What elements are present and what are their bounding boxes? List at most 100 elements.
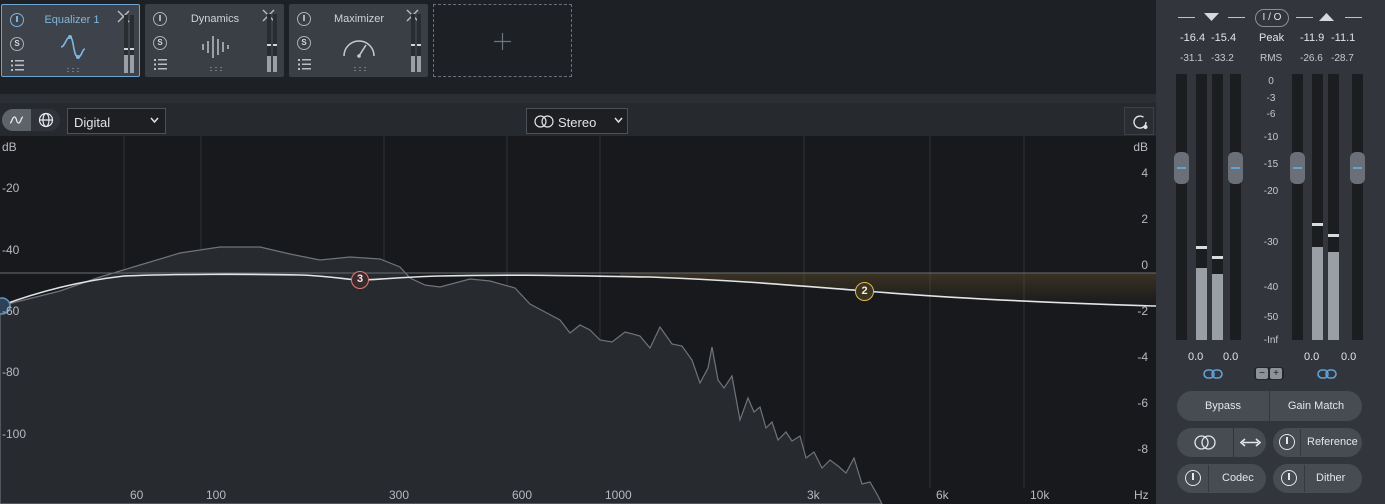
dynamics-bars-icon (202, 36, 229, 58)
right-axis-tick: -8 (1137, 442, 1148, 456)
left-axis-tick: -20 (2, 181, 20, 195)
input-gain-slider-left[interactable] (1174, 74, 1189, 340)
reset-button[interactable] (1124, 107, 1154, 135)
gain-match-button[interactable]: Gain Match (1270, 391, 1362, 421)
list-icon[interactable] (11, 60, 24, 71)
input-peak-left: -16.4 (1180, 32, 1206, 44)
module-strip: Equalizer 1 S Dynamics S Maximizer S (0, 0, 1156, 94)
solo-button[interactable]: S (153, 36, 167, 50)
codec-button[interactable]: Codec (1177, 464, 1266, 493)
module-title: Equalizer 1 (44, 14, 100, 26)
refresh-icon (1133, 115, 1148, 129)
right-axis-tick: 4 (1141, 166, 1148, 180)
meter-scale-label: -15 (1263, 159, 1279, 170)
io-panel: I / O -16.4 -15.4 Peak -11.9 -11.1 -31.1… (1156, 0, 1385, 504)
left-axis-tick: -60 (2, 304, 20, 318)
input-rms-left: -31.1 (1180, 53, 1203, 64)
meter-scale-label: -10 (1263, 132, 1279, 143)
freq-label: 10k (1030, 488, 1050, 502)
channel-dropdown[interactable]: Stereo (526, 108, 628, 134)
eq-graph-canvas[interactable] (0, 136, 1156, 504)
meter-scale-label: -6 (1266, 109, 1276, 120)
freq-label: 60 (130, 488, 144, 502)
freq-label: 3k (807, 488, 820, 502)
meter-scale-label: -3 (1266, 93, 1276, 104)
meter-scale-label: -40 (1263, 282, 1279, 293)
output-rms-right: -28.7 (1331, 53, 1354, 64)
right-axis-tick: -6 (1137, 396, 1148, 410)
trim-stepper[interactable]: − + (1254, 367, 1284, 380)
input-peak-right: -15.4 (1211, 32, 1237, 44)
power-icon[interactable] (153, 12, 167, 26)
peak-label: Peak (1259, 32, 1285, 44)
bypass-button[interactable]: Bypass (1177, 391, 1269, 421)
globe-icon (38, 112, 54, 128)
swap-channels-button[interactable] (1234, 428, 1266, 457)
slider-thumb[interactable] (1350, 152, 1365, 184)
output-triangle-icon (1319, 13, 1334, 21)
view-toggle[interactable] (2, 109, 60, 131)
wave-icon (9, 116, 24, 124)
output-gain-slider-left[interactable] (1290, 74, 1305, 340)
mode-dropdown[interactable]: Digital (67, 108, 166, 134)
plus-icon (494, 33, 511, 50)
solo-button[interactable]: S (10, 37, 24, 51)
module-meter-left (124, 15, 128, 73)
output-gain-slider-right[interactable] (1350, 74, 1365, 340)
codec-label: Codec (1222, 472, 1254, 484)
slider-thumb[interactable] (1290, 152, 1305, 184)
meter-scale-label: -30 (1263, 237, 1279, 248)
power-icon (1279, 434, 1295, 450)
right-axis-tick: -2 (1137, 304, 1148, 318)
slider-thumb[interactable] (1174, 152, 1189, 184)
eq-graph[interactable]: dB dB -20 -40 -60 -80 -100 4 2 0 -2 -4 -… (0, 136, 1156, 504)
eq-node-2[interactable]: 2 (855, 282, 874, 301)
reference-button[interactable]: Reference (1273, 428, 1362, 457)
stereo-icon (534, 115, 554, 128)
output-meter-left (1312, 74, 1323, 340)
io-button[interactable]: I / O (1255, 9, 1289, 27)
slider-thumb[interactable] (1228, 152, 1243, 184)
drag-handle-icon[interactable] (210, 67, 222, 72)
drag-handle-icon[interactable] (67, 68, 79, 73)
trim-minus-button[interactable]: − (1256, 368, 1268, 379)
input-gain-right[interactable]: 0.0 (1223, 351, 1238, 363)
freq-label: 600 (512, 488, 533, 502)
trim-plus-button[interactable]: + (1270, 368, 1282, 379)
dither-button[interactable]: Dither (1273, 464, 1362, 493)
module-meter-left (267, 14, 271, 72)
module-dynamics[interactable]: Dynamics S (145, 4, 284, 77)
curve-view-button[interactable] (2, 109, 31, 131)
chevron-down-icon (614, 117, 623, 123)
globe-view-button[interactable] (31, 109, 60, 131)
left-axis-tick: -100 (2, 427, 27, 441)
input-gain-left[interactable]: 0.0 (1188, 351, 1203, 363)
dither-label: Dither (1316, 472, 1346, 484)
power-icon[interactable] (10, 13, 24, 27)
list-icon[interactable] (154, 59, 167, 70)
solo-button[interactable]: S (297, 36, 311, 50)
drag-handle-icon[interactable] (354, 67, 366, 72)
output-gain-right[interactable]: 0.0 (1341, 351, 1356, 363)
right-axis-tick: 2 (1141, 212, 1148, 226)
power-icon[interactable] (297, 12, 311, 26)
module-equalizer[interactable]: Equalizer 1 S (1, 4, 140, 77)
swap-arrows-icon (1240, 438, 1261, 447)
meter-scale-label: -20 (1263, 186, 1279, 197)
input-link-icon[interactable] (1203, 368, 1223, 380)
list-icon[interactable] (298, 59, 311, 70)
chevron-down-icon (150, 117, 159, 123)
module-meter-right (130, 15, 134, 73)
freq-label: 1000 (605, 488, 632, 502)
module-meter-right (273, 14, 277, 72)
eq-node-3[interactable]: 3 (351, 271, 369, 289)
reference-label: Reference (1307, 436, 1358, 448)
output-gain-left[interactable]: 0.0 (1304, 351, 1319, 363)
module-maximizer[interactable]: Maximizer S (289, 4, 428, 77)
left-axis-unit: dB (2, 140, 17, 154)
output-link-icon[interactable] (1317, 368, 1337, 380)
stereo-mode-button[interactable] (1177, 428, 1233, 457)
add-module-slot[interactable] (433, 4, 572, 77)
eq-curve-icon (60, 35, 86, 59)
input-gain-slider-right[interactable] (1228, 74, 1243, 340)
